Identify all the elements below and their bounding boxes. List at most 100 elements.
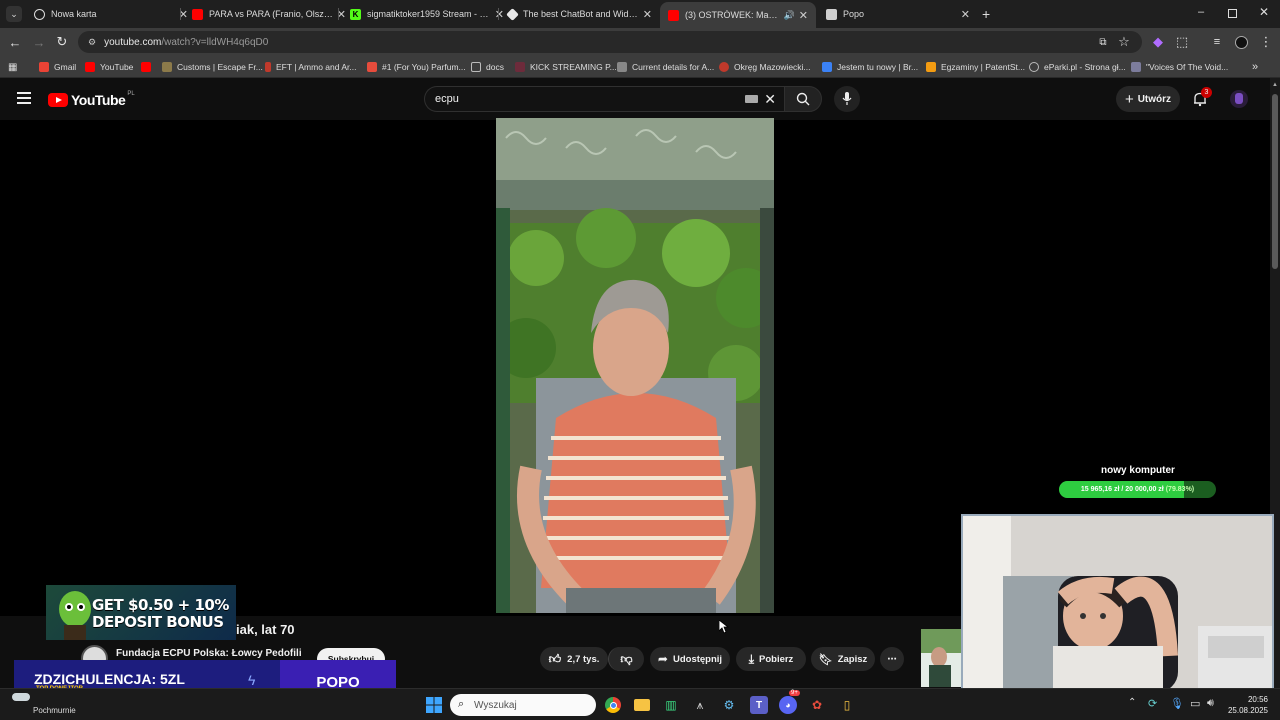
discord-icon[interactable]: ◕ 9+ <box>779 690 800 714</box>
close-tab-icon[interactable]: ✕ <box>799 9 808 22</box>
bookmark-item[interactable]: KICK STREAMING P... <box>515 60 617 74</box>
taskbar-search-input[interactable]: ⌕ Wyszukaj <box>450 694 596 716</box>
video-title: iak, lat 70 <box>236 622 295 637</box>
more-actions-button[interactable]: ⋯ <box>880 647 904 671</box>
app-icon-green[interactable]: ▥ <box>662 696 680 714</box>
video-scene-image <box>496 118 774 613</box>
steam-icon[interactable]: ⚙ <box>720 696 738 714</box>
video-frame[interactable] <box>496 118 774 613</box>
extension-icon[interactable]: ◆ <box>1150 34 1166 50</box>
browser-tab[interactable]: K sigmatiktoker1959 Stream - Wa ✕ <box>342 2 512 26</box>
download-icon: ⤓ <box>748 651 754 666</box>
kick-icon <box>515 62 525 72</box>
lightning-icon: ϟ <box>248 672 256 688</box>
apps-grid-icon[interactable]: ▦ <box>8 60 17 74</box>
address-bar[interactable]: ⚙ youtube.com/watch?v=lldWH4q6qD0 <box>78 31 1142 53</box>
browser-tab-active[interactable]: (3) OSTRÓWEK: Marek Grze 🔊 ✕ <box>660 2 816 28</box>
search-icon: ⌕ <box>458 698 465 710</box>
back-button[interactable]: ← <box>7 34 23 50</box>
browser-menu-icon[interactable]: ⋮ <box>1258 34 1274 50</box>
bookmark-item[interactable]: Current details for A... <box>617 60 714 74</box>
app-icon-arch[interactable]: ⩚ <box>691 696 709 714</box>
customs-icon <box>162 62 172 72</box>
profile-avatar[interactable] <box>1233 34 1249 50</box>
tab-title: Nowa karta <box>51 9 97 19</box>
tab-search-icon[interactable]: ⌄ <box>6 6 22 22</box>
share-arrow-icon: ➦ <box>657 652 668 666</box>
share-button[interactable]: ➦ Udostępnij <box>650 647 730 671</box>
new-tab-button[interactable]: + <box>982 6 990 22</box>
save-button[interactable]: 🔖︎ Zapisz <box>811 647 875 671</box>
more-bookmarks-icon[interactable]: » <box>1252 60 1258 74</box>
maximize-button[interactable] <box>1228 9 1237 18</box>
browser-tab[interactable]: The best ChatBot and Widgets ✕ <box>500 2 660 26</box>
bookmark-item[interactable]: "Voices Of The Void... <box>1131 60 1228 74</box>
file-explorer-icon[interactable] <box>633 696 651 714</box>
url-path: /watch?v=lldWH4q6qD0 <box>161 36 269 48</box>
youtube-favicon-icon <box>668 9 679 21</box>
scroll-up-arrow-icon[interactable]: ▲ <box>1272 82 1278 88</box>
bookmark-star-icon[interactable]: ☆ <box>1116 34 1132 50</box>
tray-network-icon[interactable]: ▭ <box>1190 697 1200 710</box>
app-icon-yellow[interactable]: ▯ <box>838 696 856 714</box>
windows-start-icon[interactable] <box>425 696 443 714</box>
scroll-thumb[interactable] <box>1272 94 1278 269</box>
chrome-icon[interactable] <box>604 696 622 714</box>
globe-icon <box>1029 62 1039 72</box>
create-button[interactable]: + Utwórz <box>1116 86 1180 112</box>
browser-tab[interactable]: Popo ✕ <box>818 2 978 26</box>
bookmark-item[interactable]: Gmail <box>39 60 76 74</box>
forward-button[interactable]: → <box>31 34 47 50</box>
tray-mic-icon[interactable]: 🎙︎ <box>1170 697 1184 710</box>
bookmark-item[interactable]: Egzaminy | PatentSt... <box>926 60 1025 74</box>
install-app-icon[interactable]: ⧉ <box>1095 34 1111 50</box>
speaker-icon[interactable]: 🔊 <box>784 10 795 21</box>
channel-name[interactable]: Fundacja ECPU Polska: Łowcy Pedofili <box>116 648 302 659</box>
voice-search-button[interactable] <box>834 86 860 112</box>
ad-headline: GET $0.50 + 10% <box>92 596 229 614</box>
close-tab-icon[interactable]: ✕ <box>643 8 652 21</box>
bookmark-item[interactable]: EFT | Ammo and Ar... <box>265 60 356 74</box>
site-info-icon[interactable]: ⚙ <box>88 37 96 48</box>
weather-widget[interactable]: Pochmurnie <box>12 693 76 715</box>
youtube-play-icon <box>48 93 68 107</box>
notifications-button[interactable]: 3 <box>1192 87 1212 107</box>
app-icon-red[interactable]: ✿ <box>808 696 826 714</box>
search-input[interactable]: ecpu ✕ <box>424 86 784 112</box>
close-window-button[interactable]: ✕ <box>1259 5 1269 19</box>
dislike-button[interactable]: 👎︎ <box>608 647 644 671</box>
hamburger-menu-icon[interactable] <box>17 92 31 104</box>
browser-tab[interactable]: Nowa karta ✕ <box>26 2 196 26</box>
browser-tab[interactable]: PARA vs PARA (Franio, Olsza, M ✕ <box>184 2 354 26</box>
reload-button[interactable]: ↻ <box>54 34 70 50</box>
clock[interactable]: 20:56 25.08.2025 <box>1226 694 1268 716</box>
globe-icon <box>34 8 45 20</box>
bookmark-item[interactable]: eParki.pl - Strona gł... <box>1029 60 1126 74</box>
bookmark-item[interactable]: Customs | Escape Fr... <box>162 60 263 74</box>
download-button[interactable]: ⤓ Pobierz <box>736 647 806 671</box>
keyboard-icon[interactable] <box>745 95 758 103</box>
discord-badge: 9+ <box>789 690 800 696</box>
bookmark-item[interactable]: Jestem tu nowy | Br... <box>822 60 918 74</box>
teams-icon[interactable]: T <box>750 696 768 714</box>
bookmark-icon: 🔖︎ <box>818 653 833 666</box>
search-button[interactable] <box>784 86 822 112</box>
youtube-logo[interactable]: YouTube PL <box>48 91 135 108</box>
bookmark-item[interactable]: Okręg Mazowiecki... <box>719 60 811 74</box>
bookmark-item[interactable] <box>141 60 156 74</box>
tray-sync-icon[interactable]: ⟳ <box>1148 697 1157 710</box>
close-tab-icon[interactable]: ✕ <box>961 8 970 21</box>
minimize-button[interactable]: – <box>1198 6 1204 18</box>
bookmark-item[interactable]: docs <box>471 60 504 74</box>
recommended-video-thumbnail[interactable] <box>921 629 961 687</box>
media-control-icon[interactable]: ≡ <box>1209 34 1225 50</box>
bookmark-item[interactable]: YouTube <box>85 60 133 74</box>
like-button[interactable]: 👍︎ 2,7 tys. <box>540 647 608 671</box>
bookmark-item[interactable]: #1 (For You) Parfum... <box>367 60 466 74</box>
tray-volume-icon[interactable]: 🔊︎ <box>1207 697 1214 710</box>
extensions-puzzle-icon[interactable]: ⬚ <box>1174 34 1190 50</box>
tray-chevron-icon[interactable]: ⌃ <box>1128 697 1136 708</box>
account-avatar[interactable] <box>1230 90 1248 108</box>
youtube-icon <box>85 62 95 72</box>
clear-search-icon[interactable]: ✕ <box>764 91 776 108</box>
